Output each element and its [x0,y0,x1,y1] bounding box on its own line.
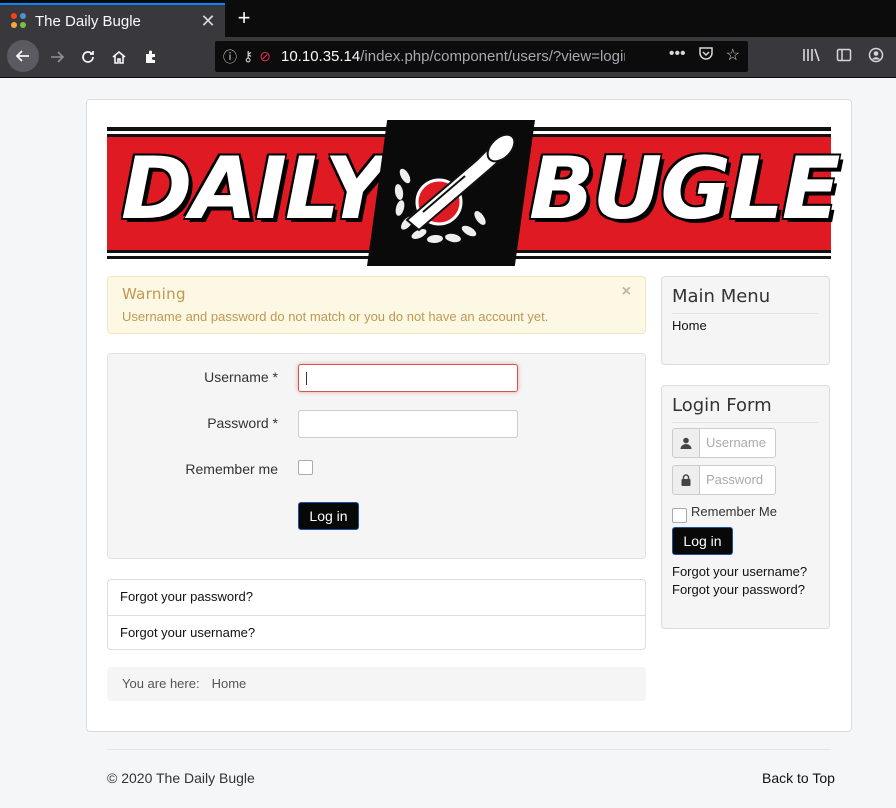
user-icon [672,428,700,458]
url-bar[interactable]: ⓘ ⚷ ⊘ 10.10.35.14 /index.php/component/u… [215,41,748,72]
warning-message: Username and password do not match or yo… [122,309,549,324]
forgot-password-link[interactable]: Forgot your password? [108,580,645,615]
sidebar-forgot-username-link[interactable]: Forgot your username? [672,564,807,579]
browser-tab-bar: The Daily Bugle ✕ + [0,0,896,37]
text-caret [306,372,307,385]
info-icon[interactable]: ⓘ [223,47,237,67]
back-to-top-link[interactable]: Back to Top [762,770,835,786]
password-label: Password * [207,415,278,431]
sidebar-forgot-password-link[interactable]: Forgot your password? [672,582,805,597]
login-module-title: Login Form [672,395,772,416]
extensions-icon[interactable] [136,42,166,72]
account-links: Forgot your password? Forgot your userna… [107,579,646,650]
sidebar-password-input[interactable]: Password [700,465,776,495]
joomla-favicon-icon [11,13,27,29]
pocket-icon[interactable] [698,45,714,66]
footer-divider [107,749,831,750]
bugle-emblem-icon [367,120,535,266]
home-icon[interactable] [104,42,134,72]
main-menu-module: Main Menu Home [661,276,830,365]
key-icon[interactable]: ⚷ [243,48,253,65]
breadcrumb-prefix: You are here: [122,676,200,691]
username-label: Username * [204,369,278,385]
back-arrow-icon[interactable] [7,40,39,72]
page-actions-icon[interactable]: ••• [669,45,686,66]
bookmark-star-icon[interactable]: ☆ [726,45,740,66]
sidebar-remember-label: Remember Me [691,504,777,519]
plus-icon[interactable]: + [233,5,255,31]
footer-copyright: © 2020 The Daily Bugle [107,770,255,786]
browser-tab[interactable]: The Daily Bugle ✕ [0,3,225,37]
forgot-username-link[interactable]: Forgot your username? [108,615,645,650]
warning-alert: Warning Username and password do not mat… [107,276,646,334]
remember-me-checkbox[interactable] [298,460,313,475]
sidebar-login-button[interactable]: Log in [672,527,733,555]
banner-word-left: DAILY [121,139,387,239]
remember-me-label: Remember me [185,461,278,477]
url-path: /index.php/component/users/?view=login [360,48,626,65]
sidebar-icon[interactable] [836,47,852,68]
password-input[interactable] [298,410,518,438]
breadcrumb-home-link[interactable]: Home [212,676,247,691]
close-icon[interactable]: ✕ [197,11,219,32]
library-icon[interactable] [802,47,820,68]
site-banner-logo[interactable]: DAILY BUGLE [107,120,841,266]
close-icon[interactable]: × [622,283,631,301]
warning-title: Warning [122,285,186,303]
account-icon[interactable] [868,47,884,68]
reload-icon[interactable] [73,42,103,72]
main-menu-item-home[interactable]: Home [672,318,707,333]
url-host: 10.10.35.14 [281,48,361,65]
banner-word-right: BUGLE [529,139,841,239]
sidebar-username-input[interactable]: Username [700,428,776,458]
login-button[interactable]: Log in [298,502,359,530]
main-menu-title: Main Menu [672,286,771,307]
lock-icon [672,465,700,495]
tab-title: The Daily Bugle [35,12,141,30]
breadcrumb: You are here: Home [107,667,646,701]
insecure-lock-icon[interactable]: ⊘ [259,48,271,65]
forward-arrow-icon[interactable] [42,42,72,72]
sidebar-remember-checkbox[interactable] [672,508,687,523]
browser-nav-bar: ⓘ ⚷ ⊘ 10.10.35.14 /index.php/component/u… [0,37,896,78]
username-input[interactable] [298,364,518,392]
